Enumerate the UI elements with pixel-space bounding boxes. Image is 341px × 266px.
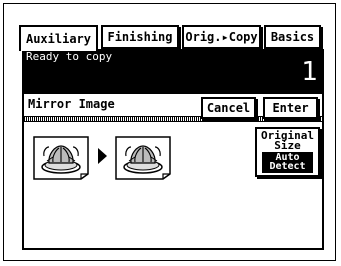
tab-basics-label: Basics: [270, 30, 315, 44]
tab-basics[interactable]: Basics: [264, 25, 321, 49]
mirror-image-screen: Mirror Image Cancel Enter Original Size …: [22, 92, 324, 250]
copier-panel: Auxiliary Finishing Orig.▸Copy Basics Re…: [3, 3, 336, 261]
tab-auxiliary-label: Auxiliary: [25, 32, 92, 46]
original-size-label-line2: Size: [274, 139, 301, 152]
tab-orig-copy[interactable]: Orig.▸Copy: [182, 25, 261, 49]
original-size-button[interactable]: Original Size Auto Detect: [255, 127, 320, 177]
status-bar: Ready to copy 1: [22, 49, 324, 92]
page-title: Mirror Image: [28, 97, 115, 111]
cancel-button[interactable]: Cancel: [201, 97, 256, 119]
mirrored-copy-icon: [115, 136, 171, 180]
tab-orig-copy-label: Orig.▸Copy: [185, 30, 258, 44]
enter-button-label: Enter: [272, 101, 309, 115]
tab-auxiliary[interactable]: Auxiliary: [19, 25, 98, 51]
enter-button[interactable]: Enter: [263, 97, 318, 119]
copy-count: 1: [301, 57, 318, 87]
status-message: Ready to copy: [26, 50, 113, 63]
original-size-label: Original Size: [257, 130, 318, 152]
original-size-value: Auto Detect: [262, 152, 313, 173]
arrow-right-icon: [98, 148, 107, 164]
original-document-icon: [33, 136, 89, 180]
tab-finishing[interactable]: Finishing: [101, 25, 179, 49]
cancel-button-label: Cancel: [206, 101, 251, 115]
tab-finishing-label: Finishing: [107, 30, 173, 44]
original-size-value-line2: Detect: [269, 161, 306, 172]
